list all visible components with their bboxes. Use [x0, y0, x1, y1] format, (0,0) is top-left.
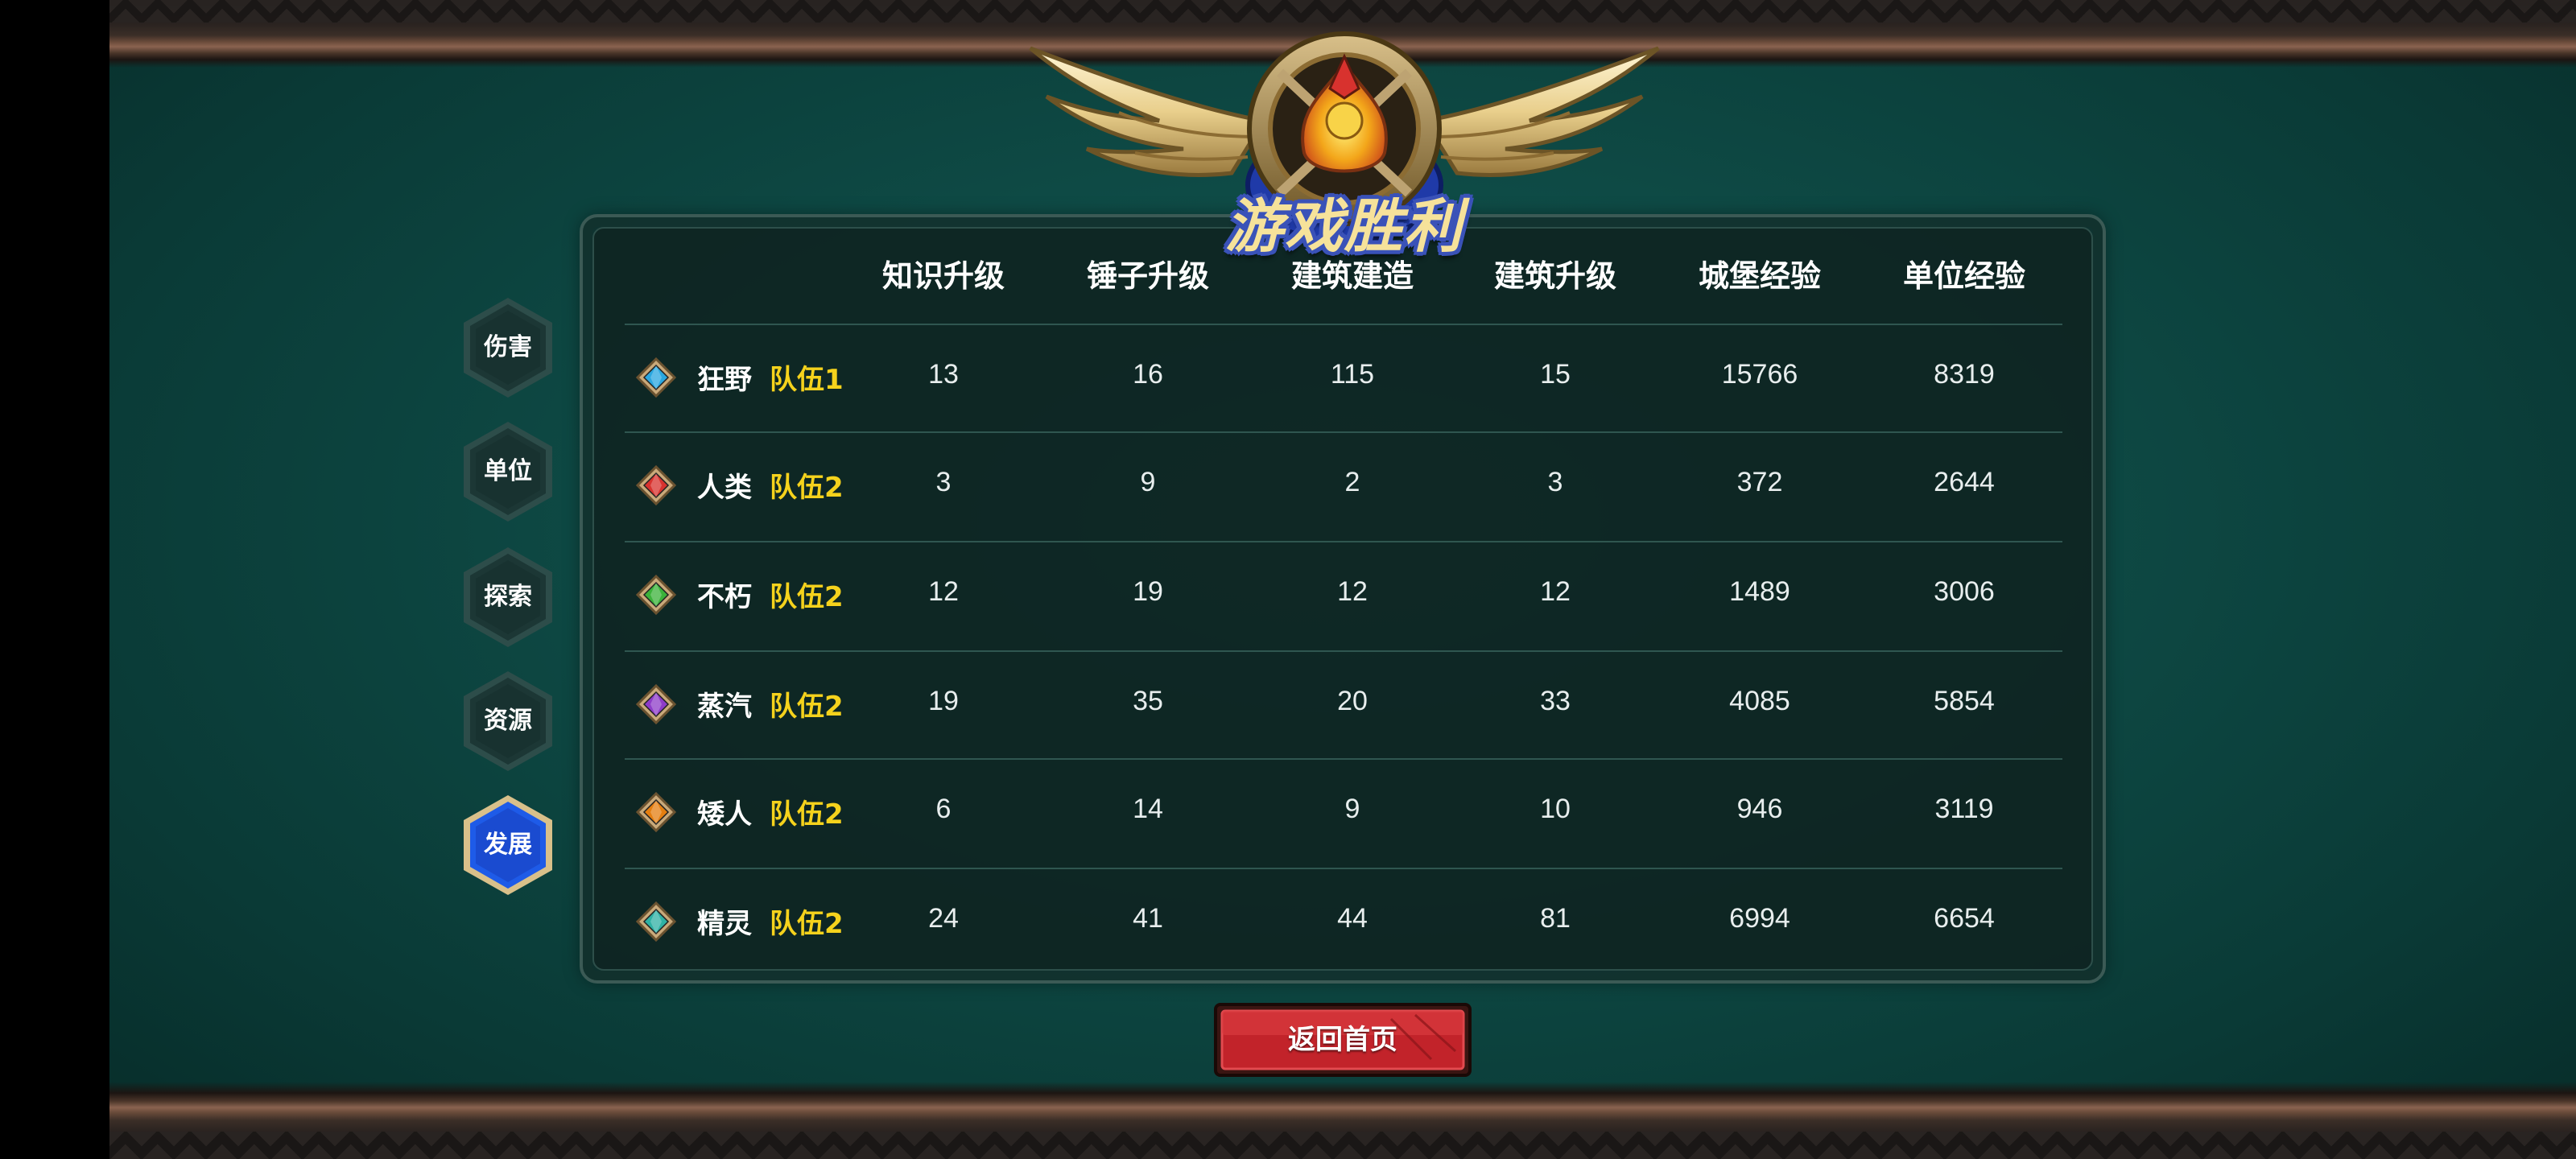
table-cell: 16 [1133, 359, 1163, 390]
diamond-gem-icon [636, 465, 676, 505]
team-name: 队伍2 [770, 472, 844, 504]
table-cell: 33 [1540, 686, 1571, 716]
tab-resources[interactable]: 资源 [460, 670, 555, 773]
table-cell: 19 [1133, 576, 1163, 607]
column-header-castle-exp: 城堡经验 [1698, 258, 1821, 294]
tab-damage[interactable]: 伤害 [460, 296, 555, 399]
column-header-building-upgrade: 建筑升级 [1493, 258, 1616, 294]
team-name: 队伍2 [770, 581, 844, 613]
screen-bezel [0, 0, 109, 1159]
diamond-gem-icon [636, 792, 676, 832]
table-cell: 3006 [1934, 576, 1995, 607]
column-header-build: 建筑建造 [1290, 258, 1414, 294]
tab-development[interactable]: 发展 [460, 794, 555, 897]
column-header-knowledge: 知识升级 [881, 258, 1005, 294]
table-cell: 372 [1736, 467, 1783, 497]
team-name: 队伍2 [770, 798, 844, 831]
tab-units[interactable]: 单位 [460, 420, 555, 523]
table-cell: 41 [1133, 903, 1163, 934]
diamond-gem-icon [636, 901, 676, 942]
table-cell: 6 [935, 794, 952, 824]
bottom-border-pattern [109, 1132, 2576, 1159]
table-cell: 2 [1344, 467, 1360, 497]
diamond-gem-icon [636, 357, 676, 398]
table-cell: 10 [1540, 794, 1571, 824]
race-name: 矮人 [697, 798, 752, 831]
table-cell: 3119 [1934, 794, 1994, 824]
table-cell: 15766 [1721, 359, 1798, 390]
tab-label: 发展 [484, 831, 532, 859]
table-cell: 24 [928, 903, 959, 934]
table-cell: 35 [1133, 686, 1163, 716]
return-home-button[interactable]: 返回首页 [1214, 1003, 1472, 1077]
table-cell: 946 [1736, 794, 1783, 824]
tab-label: 探索 [484, 583, 532, 611]
tab-label: 伤害 [484, 333, 532, 361]
table-cell: 115 [1330, 359, 1375, 390]
race-name: 蒸汽 [697, 691, 752, 723]
race-name: 精灵 [697, 908, 752, 940]
table-cell: 81 [1540, 903, 1571, 934]
table-cell: 1489 [1729, 576, 1790, 607]
team-name: 队伍2 [770, 908, 844, 940]
table-cell: 12 [928, 576, 959, 607]
table-cell: 4085 [1729, 686, 1790, 716]
team-name: 队伍2 [770, 691, 844, 723]
table-cell: 2644 [1934, 467, 1995, 497]
table-cell: 3 [935, 467, 952, 497]
tab-label: 资源 [484, 707, 532, 735]
table-cell: 5854 [1934, 686, 1995, 716]
tab-label: 单位 [484, 457, 532, 485]
team-name: 队伍1 [770, 364, 844, 396]
return-button-label: 返回首页 [1288, 1024, 1397, 1056]
victory-screen: 游戏胜利 知识升级 锤子升级 建筑建造 建筑升级 城堡经验 单位经验 狂野 队伍1… [0, 0, 2576, 1159]
race-name: 人类 [697, 472, 752, 504]
table-cell: 19 [928, 686, 959, 716]
race-name: 狂野 [697, 364, 752, 396]
table-cell: 9 [1140, 467, 1156, 497]
column-header-unit-exp: 单位经验 [1902, 258, 2025, 294]
table-cell: 9 [1344, 794, 1360, 824]
race-name: 不朽 [697, 581, 752, 613]
table-cell: 14 [1133, 794, 1163, 824]
diamond-gem-icon [636, 575, 676, 615]
table-cell: 6654 [1934, 903, 1995, 934]
table-cell: 12 [1337, 576, 1368, 607]
table-cell: 8319 [1934, 359, 1995, 390]
table-cell: 6994 [1729, 903, 1790, 934]
table-cell: 13 [928, 359, 959, 390]
table-cell: 3 [1547, 467, 1563, 497]
table-cell: 44 [1337, 903, 1368, 934]
tab-explore[interactable]: 探索 [460, 546, 555, 649]
column-header-hammer: 锤子升级 [1086, 258, 1209, 294]
table-cell: 12 [1540, 576, 1571, 607]
diamond-gem-icon [636, 684, 676, 724]
table-cell: 20 [1337, 686, 1368, 716]
table-cell: 15 [1540, 359, 1571, 390]
